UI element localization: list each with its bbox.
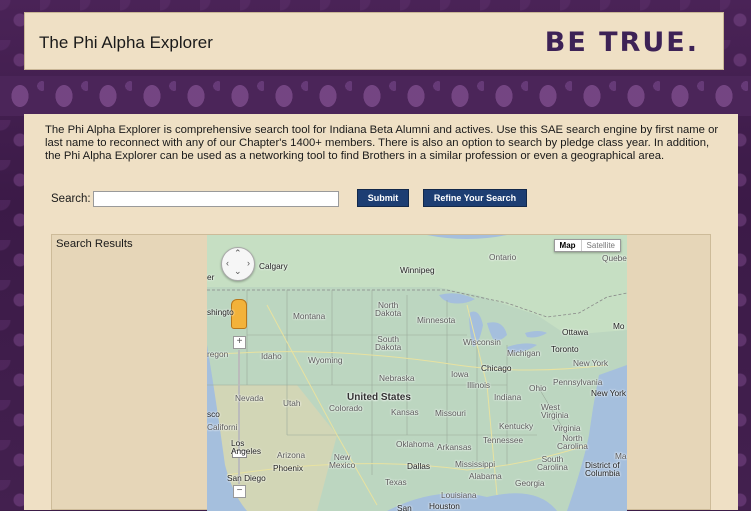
map-label-sco: sco <box>207 409 220 419</box>
map-label-ontario: Ontario <box>489 252 517 262</box>
map-label-minnesota: Minnesota <box>417 315 456 325</box>
map-label-indiana: Indiana <box>494 392 522 402</box>
map-label-oklahoma: Oklahoma <box>396 439 434 449</box>
map-label-chicago: Chicago <box>481 363 512 373</box>
map-label-kansas: Kansas <box>391 407 419 417</box>
map-type-map-button[interactable]: Map <box>555 240 581 251</box>
map-label-ottawa: Ottawa <box>562 327 589 337</box>
map-label-arizona: Arizona <box>277 450 306 460</box>
map-label-alabama: Alabama <box>469 471 502 481</box>
search-results-panel: Search Results Map Satellite ‹ › ⌃ ⌄ + −… <box>51 234 711 511</box>
map-type-satellite-button[interactable]: Satellite <box>580 240 620 251</box>
intro-paragraph: The Phi Alpha Explorer is comprehensive … <box>45 124 719 162</box>
map-label-calgary: Calgary <box>259 261 288 271</box>
map-label-san-diego: San Diego <box>227 473 266 483</box>
map-label-pennsylvania: Pennsylvania <box>553 377 603 387</box>
map-label-phoenix: Phoenix <box>273 463 303 473</box>
map-label-montana: Montana <box>293 311 326 321</box>
map-label-georgia: Georgia <box>515 478 545 488</box>
map-label-quebec: Quebe <box>602 253 627 263</box>
map-label-mo: Mo <box>613 321 625 331</box>
map-label-texas: Texas <box>385 477 407 487</box>
map-label-kentucky: Kentucky <box>499 421 534 431</box>
map-label-toronto: Toronto <box>551 344 579 354</box>
map-label-district-of-columbia: District of Columbia <box>585 460 621 478</box>
pan-left-icon[interactable]: ‹ <box>226 258 229 268</box>
zoom-slider-track[interactable] <box>238 350 240 484</box>
main-content: The Phi Alpha Explorer is comprehensive … <box>24 114 738 511</box>
search-input[interactable] <box>92 191 339 207</box>
be-true-logo: BE TRUE. <box>544 27 699 58</box>
map-label-utah: Utah <box>283 398 301 408</box>
pan-down-icon[interactable]: ⌄ <box>234 266 242 277</box>
map-label-illinois: Illinois <box>467 380 491 390</box>
refine-search-button[interactable]: Refine Your Search <box>423 189 527 207</box>
map-label-north-carolina: North Carolina <box>557 433 588 451</box>
map-label-tennessee: Tennessee <box>483 435 524 445</box>
map-label-south-carolina: South Carolina <box>537 454 568 472</box>
pan-control[interactable]: ‹ › ⌃ ⌄ <box>221 247 255 281</box>
map-label-er: er <box>207 272 215 282</box>
map-label-arkansas: Arkansas <box>437 442 472 452</box>
map-label-south-dakota: South Dakota <box>375 334 402 352</box>
map-label-north-dakota: North Dakota <box>375 300 402 318</box>
zoom-in-button[interactable]: + <box>233 336 246 349</box>
map-label-nevada: Nevada <box>235 393 264 403</box>
map-label-winnipeg: Winnipeg <box>400 265 435 275</box>
map-label-oregon: regon <box>207 349 229 359</box>
site-header: The Phi Alpha Explorer BE TRUE. <box>24 12 724 70</box>
map-label-new-york-city: New York <box>591 388 627 398</box>
search-label: Search: <box>51 193 91 205</box>
map-label-nebraska: Nebraska <box>379 373 415 383</box>
search-row: Search: <box>51 190 339 208</box>
map-label-california: Californi <box>207 422 238 432</box>
map-label-wisconsin: Wisconsin <box>463 337 501 347</box>
map-label-west-virginia: West Virginia <box>541 402 569 420</box>
map-label-los-angeles: Los Angeles <box>231 438 261 456</box>
map-label-michigan: Michigan <box>507 348 541 358</box>
map-label-new-mexico: New Mexico <box>329 452 356 470</box>
map-label-missouri: Missouri <box>435 408 466 418</box>
map-label-virginia: Virginia <box>553 423 581 433</box>
decorative-banner <box>0 76 751 116</box>
zoom-out-button[interactable]: − <box>233 485 246 498</box>
map-label-louisiana: Louisiana <box>441 490 477 500</box>
page-title: The Phi Alpha Explorer <box>39 33 213 52</box>
results-map[interactable]: Map Satellite ‹ › ⌃ ⌄ + − Calgary Winnip… <box>207 235 627 511</box>
map-label-washington: shingto <box>207 307 234 317</box>
map-label-dallas: Dallas <box>407 461 431 471</box>
map-label-iowa: Iowa <box>451 369 469 379</box>
map-label-colorado: Colorado <box>329 403 363 413</box>
map-label-mississippi: Mississippi <box>455 459 496 469</box>
map-label-new-york-state: New York <box>573 358 609 368</box>
submit-button[interactable]: Submit <box>357 189 409 207</box>
map-label-united-states: United States <box>347 392 411 403</box>
map-label-idaho: Idaho <box>261 351 282 361</box>
pan-right-icon[interactable]: › <box>247 258 250 268</box>
pan-up-icon[interactable]: ⌃ <box>234 248 242 259</box>
map-type-control[interactable]: Map Satellite <box>553 239 621 252</box>
search-results-label: Search Results <box>56 238 133 250</box>
map-label-ohio: Ohio <box>529 383 547 393</box>
map-label-wyoming: Wyoming <box>308 355 343 365</box>
